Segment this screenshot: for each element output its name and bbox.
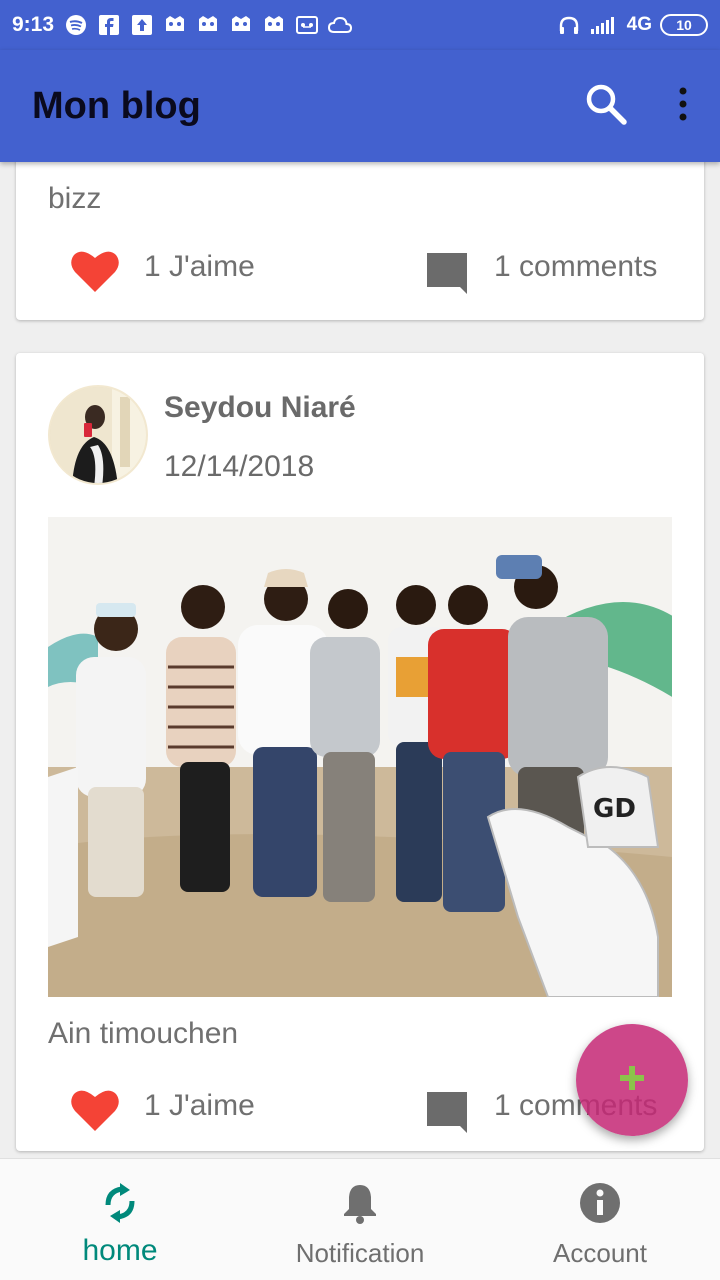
heart-icon[interactable] (70, 1087, 120, 1138)
headphones-icon (557, 14, 581, 36)
status-right: 4G 10 (557, 14, 708, 36)
bottom-navigation: home Notification Account (0, 1158, 720, 1280)
signal-icon (589, 14, 619, 36)
nav-home[interactable]: home (0, 1159, 240, 1280)
voicemail-icon (295, 14, 319, 36)
author-name[interactable]: Seydou Niaré (164, 391, 356, 425)
author-avatar[interactable] (48, 385, 148, 485)
comment-count[interactable]: 1 comments (494, 250, 657, 284)
nav-label: Account (553, 1238, 647, 1268)
add-post-button[interactable] (576, 1024, 688, 1136)
heart-icon[interactable] (70, 248, 120, 299)
post-feed[interactable]: bizz 1 J'aime 1 comments Seydou Niaré 12… (0, 162, 720, 1158)
app-title: Mon blog (32, 84, 201, 127)
game-icon (262, 14, 286, 36)
post-card[interactable]: bizz 1 J'aime 1 comments (16, 162, 704, 320)
post-date: 12/14/2018 (164, 450, 315, 483)
spotify-icon (64, 14, 88, 36)
post-actions: 1 J'aime 1 comments (16, 240, 704, 300)
like-count[interactable]: 1 J'aime (144, 1089, 255, 1123)
svg-text:GD: GD (593, 794, 636, 824)
post-caption: bizz (48, 182, 102, 215)
post-photo[interactable]: GD (48, 517, 672, 997)
more-options-icon[interactable] (678, 87, 688, 126)
comment-icon[interactable] (424, 250, 470, 301)
comment-icon[interactable] (424, 1089, 470, 1140)
network-type: 4G (626, 14, 652, 35)
like-count[interactable]: 1 J'aime (144, 250, 255, 284)
post-card[interactable]: Seydou Niaré 12/14/2018 GD Ain timouchen… (16, 353, 704, 1151)
search-icon[interactable] (584, 82, 628, 131)
plus-icon (618, 1064, 646, 1097)
battery-level: 10 (676, 17, 692, 33)
nav-label: Notification (295, 1238, 425, 1268)
bell-icon (340, 1181, 380, 1230)
nav-notification[interactable]: Notification (240, 1159, 480, 1280)
facebook-icon (97, 14, 121, 36)
game-icon (229, 14, 253, 36)
refresh-icon (100, 1181, 140, 1230)
cloud-icon (328, 14, 353, 36)
nav-label: home (82, 1234, 158, 1267)
battery-icon: 10 (660, 14, 708, 36)
post-caption: Ain timouchen (48, 1017, 239, 1050)
notification-icons (64, 14, 353, 36)
status-bar: 9:13 4G 10 (0, 0, 720, 50)
nav-account[interactable]: Account (480, 1159, 720, 1280)
info-icon (578, 1181, 622, 1230)
game-icon (196, 14, 220, 36)
app-bar: Mon blog (0, 50, 720, 162)
game-icon (163, 14, 187, 36)
upload-icon (130, 14, 154, 36)
status-time: 9:13 (12, 13, 55, 36)
